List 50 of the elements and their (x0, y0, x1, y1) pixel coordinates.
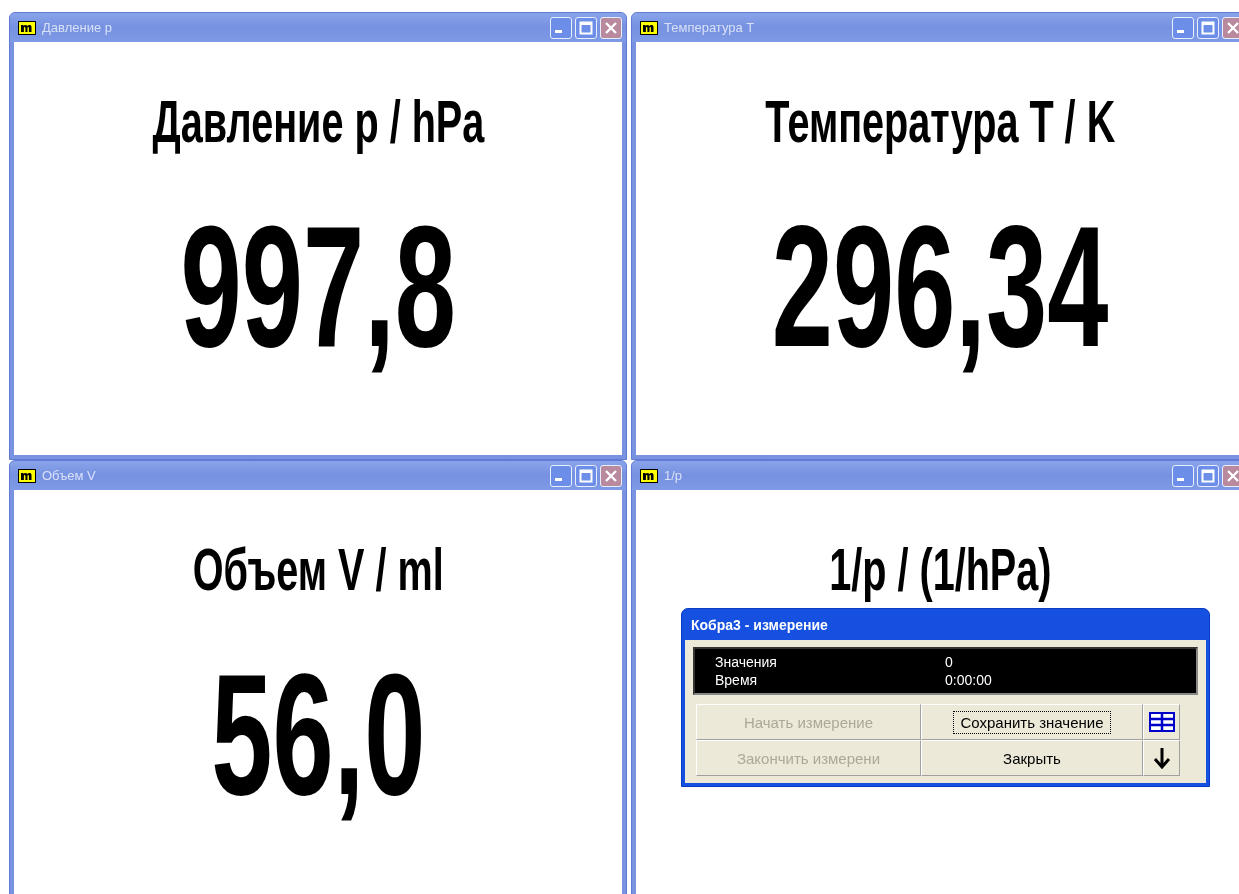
measurement-heading: Объем V / ml (192, 535, 444, 605)
readout-label: Значения (714, 653, 778, 671)
minimize-button[interactable] (1172, 464, 1194, 487)
app-icon (640, 468, 658, 483)
close-button[interactable] (600, 16, 622, 39)
measurement-heading: Температура T / K (764, 87, 1115, 157)
maximize-icon (579, 20, 593, 35)
close-button[interactable] (1222, 16, 1239, 39)
close-icon (604, 468, 618, 483)
maximize-button[interactable] (1197, 464, 1219, 487)
window-title: Объем V (42, 468, 96, 483)
close-icon (1226, 20, 1239, 35)
maximize-button[interactable] (1197, 16, 1219, 39)
measurement-value: 56,0 (210, 640, 426, 830)
measurement-heading: Давление p / hPa (152, 87, 484, 157)
window-title: Давление p (42, 20, 112, 35)
readout-value: 0 (945, 653, 953, 671)
close-button[interactable] (600, 464, 622, 487)
measurement-value: 296,34 (771, 192, 1109, 382)
minimize-icon (555, 478, 562, 481)
down-button[interactable] (1143, 740, 1180, 776)
readout-label: Время (714, 671, 759, 689)
maximize-icon (1201, 468, 1215, 483)
maximize-button[interactable] (575, 464, 597, 487)
table-icon (1148, 712, 1175, 732)
minimize-icon (1177, 30, 1184, 33)
maximize-button[interactable] (575, 16, 597, 39)
app-icon (640, 20, 658, 35)
close-button[interactable] (1222, 464, 1239, 487)
app-icon (18, 20, 36, 35)
down-arrow-icon (1151, 747, 1172, 769)
minimize-icon (555, 30, 562, 33)
dialog-button[interactable]: Сохранить значение (921, 704, 1143, 740)
app-icon (18, 468, 36, 483)
dialog-title: Кобра3 - измерение (690, 616, 829, 635)
window-title: Температура T (664, 20, 755, 35)
minimize-button[interactable] (550, 16, 572, 39)
close-icon (1226, 468, 1239, 483)
maximize-icon (579, 468, 593, 483)
close-icon (604, 20, 618, 35)
minimize-icon (1177, 478, 1184, 481)
dialog-button[interactable]: Закрыть (921, 740, 1143, 776)
maximize-icon (1201, 20, 1215, 35)
minimize-button[interactable] (1172, 16, 1194, 39)
window-title: 1/p (664, 468, 683, 483)
table-button[interactable] (1143, 704, 1180, 740)
measurement-heading: 1/p / (1/hPa) (828, 535, 1052, 605)
readout-value: 0:00:00 (945, 671, 992, 689)
minimize-button[interactable] (550, 464, 572, 487)
measurement-value: 997,8 (180, 192, 456, 382)
